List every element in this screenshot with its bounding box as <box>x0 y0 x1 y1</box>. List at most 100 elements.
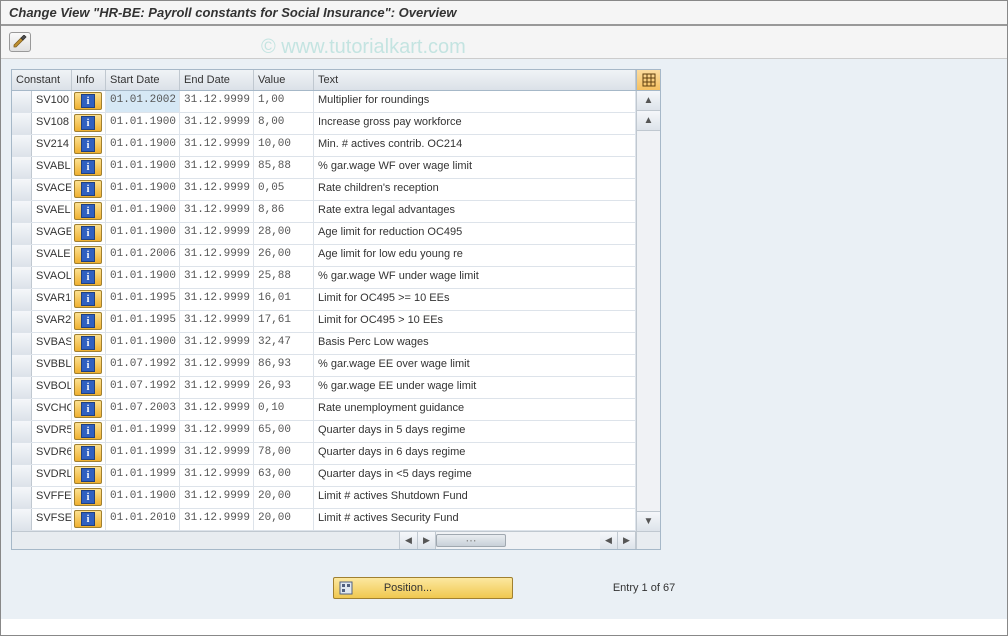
cell-text[interactable]: Rate unemployment guidance <box>314 399 636 420</box>
info-button[interactable]: i <box>74 92 102 110</box>
cell-start-date[interactable]: 01.01.1995 <box>106 289 180 310</box>
info-button[interactable]: i <box>74 422 102 440</box>
hscroll-track[interactable]: ⋯ <box>436 532 600 549</box>
hscroll-right-button[interactable]: ▶ <box>418 532 436 549</box>
scroll-track[interactable] <box>637 131 660 511</box>
info-button[interactable]: i <box>74 312 102 330</box>
hscroll-right-button-2[interactable]: ▶ <box>618 532 636 549</box>
row-selector[interactable] <box>12 487 32 508</box>
cell-value[interactable]: 25,88 <box>254 267 314 288</box>
cell-end-date[interactable]: 31.12.9999 <box>180 333 254 354</box>
vertical-scrollbar[interactable]: ▲ ▲ ▼ <box>636 91 660 531</box>
cell-value[interactable]: 16,01 <box>254 289 314 310</box>
cell-text[interactable]: Quarter days in 6 days regime <box>314 443 636 464</box>
row-selector[interactable] <box>12 355 32 376</box>
hscroll-left-button-2[interactable]: ◀ <box>600 532 618 549</box>
cell-value[interactable]: 0,10 <box>254 399 314 420</box>
info-button[interactable]: i <box>74 488 102 506</box>
cell-start-date[interactable]: 01.01.1900 <box>106 135 180 156</box>
row-selector[interactable] <box>12 399 32 420</box>
cell-value[interactable]: 85,88 <box>254 157 314 178</box>
cell-start-date[interactable]: 01.01.1999 <box>106 465 180 486</box>
info-button[interactable]: i <box>74 180 102 198</box>
info-button[interactable]: i <box>74 334 102 352</box>
cell-value[interactable]: 0,05 <box>254 179 314 200</box>
cell-value[interactable]: 10,00 <box>254 135 314 156</box>
row-selector[interactable] <box>12 443 32 464</box>
row-selector[interactable] <box>12 377 32 398</box>
cell-value[interactable]: 17,61 <box>254 311 314 332</box>
cell-end-date[interactable]: 31.12.9999 <box>180 91 254 112</box>
cell-start-date[interactable]: 01.01.1900 <box>106 157 180 178</box>
row-selector[interactable] <box>12 267 32 288</box>
cell-text[interactable]: Basis Perc Low wages <box>314 333 636 354</box>
cell-start-date[interactable]: 01.01.2006 <box>106 245 180 266</box>
cell-end-date[interactable]: 31.12.9999 <box>180 135 254 156</box>
col-header-value[interactable]: Value <box>254 70 314 90</box>
info-button[interactable]: i <box>74 158 102 176</box>
cell-text[interactable]: % gar.wage WF under wage limit <box>314 267 636 288</box>
cell-end-date[interactable]: 31.12.9999 <box>180 223 254 244</box>
info-button[interactable]: i <box>74 466 102 484</box>
row-selector[interactable] <box>12 135 32 156</box>
cell-start-date[interactable]: 01.01.1999 <box>106 443 180 464</box>
cell-start-date[interactable]: 01.01.1900 <box>106 487 180 508</box>
col-header-constant[interactable]: Constant <box>12 70 72 90</box>
cell-end-date[interactable]: 31.12.9999 <box>180 113 254 134</box>
cell-text[interactable]: Rate children's reception <box>314 179 636 200</box>
row-selector[interactable] <box>12 91 32 112</box>
cell-start-date[interactable]: 01.07.1992 <box>106 355 180 376</box>
row-selector[interactable] <box>12 201 32 222</box>
cell-end-date[interactable]: 31.12.9999 <box>180 179 254 200</box>
cell-end-date[interactable]: 31.12.9999 <box>180 201 254 222</box>
cell-end-date[interactable]: 31.12.9999 <box>180 399 254 420</box>
cell-start-date[interactable]: 01.01.1900 <box>106 113 180 134</box>
cell-text[interactable]: Rate extra legal advantages <box>314 201 636 222</box>
cell-end-date[interactable]: 31.12.9999 <box>180 267 254 288</box>
row-selector[interactable] <box>12 179 32 200</box>
cell-end-date[interactable]: 31.12.9999 <box>180 245 254 266</box>
cell-value[interactable]: 8,00 <box>254 113 314 134</box>
cell-text[interactable]: % gar.wage WF over wage limit <box>314 157 636 178</box>
row-selector[interactable] <box>12 421 32 442</box>
cell-start-date[interactable]: 01.01.1999 <box>106 421 180 442</box>
cell-start-date[interactable]: 01.01.1900 <box>106 333 180 354</box>
cell-value[interactable]: 20,00 <box>254 509 314 530</box>
cell-text[interactable]: Age limit for low edu young re <box>314 245 636 266</box>
info-button[interactable]: i <box>74 378 102 396</box>
cell-text[interactable]: Increase gross pay workforce <box>314 113 636 134</box>
cell-text[interactable]: Quarter days in <5 days regime <box>314 465 636 486</box>
cell-text[interactable]: Limit # actives Shutdown Fund <box>314 487 636 508</box>
row-selector[interactable] <box>12 333 32 354</box>
cell-value[interactable]: 1,00 <box>254 91 314 112</box>
info-button[interactable]: i <box>74 114 102 132</box>
cell-start-date[interactable]: 01.01.1900 <box>106 267 180 288</box>
col-header-info[interactable]: Info <box>72 70 106 90</box>
row-selector[interactable] <box>12 113 32 134</box>
info-button[interactable]: i <box>74 290 102 308</box>
position-button[interactable]: Position... <box>333 577 513 599</box>
col-header-text[interactable]: Text <box>314 70 636 90</box>
cell-end-date[interactable]: 31.12.9999 <box>180 311 254 332</box>
cell-text[interactable]: % gar.wage EE over wage limit <box>314 355 636 376</box>
cell-end-date[interactable]: 31.12.9999 <box>180 355 254 376</box>
cell-start-date[interactable]: 01.01.1995 <box>106 311 180 332</box>
cell-text[interactable]: Limit for OC495 > 10 EEs <box>314 311 636 332</box>
info-button[interactable]: i <box>74 224 102 242</box>
cell-start-date[interactable]: 01.01.1900 <box>106 201 180 222</box>
info-button[interactable]: i <box>74 510 102 528</box>
cell-value[interactable]: 32,47 <box>254 333 314 354</box>
col-header-start-date[interactable]: Start Date <box>106 70 180 90</box>
cell-end-date[interactable]: 31.12.9999 <box>180 509 254 530</box>
hscroll-left-button[interactable]: ◀ <box>400 532 418 549</box>
cell-text[interactable]: Multiplier for roundings <box>314 91 636 112</box>
info-button[interactable]: i <box>74 400 102 418</box>
cell-text[interactable]: Quarter days in 5 days regime <box>314 421 636 442</box>
cell-value[interactable]: 65,00 <box>254 421 314 442</box>
cell-end-date[interactable]: 31.12.9999 <box>180 487 254 508</box>
cell-value[interactable]: 63,00 <box>254 465 314 486</box>
info-button[interactable]: i <box>74 202 102 220</box>
row-selector[interactable] <box>12 509 32 530</box>
info-button[interactable]: i <box>74 268 102 286</box>
info-button[interactable]: i <box>74 136 102 154</box>
